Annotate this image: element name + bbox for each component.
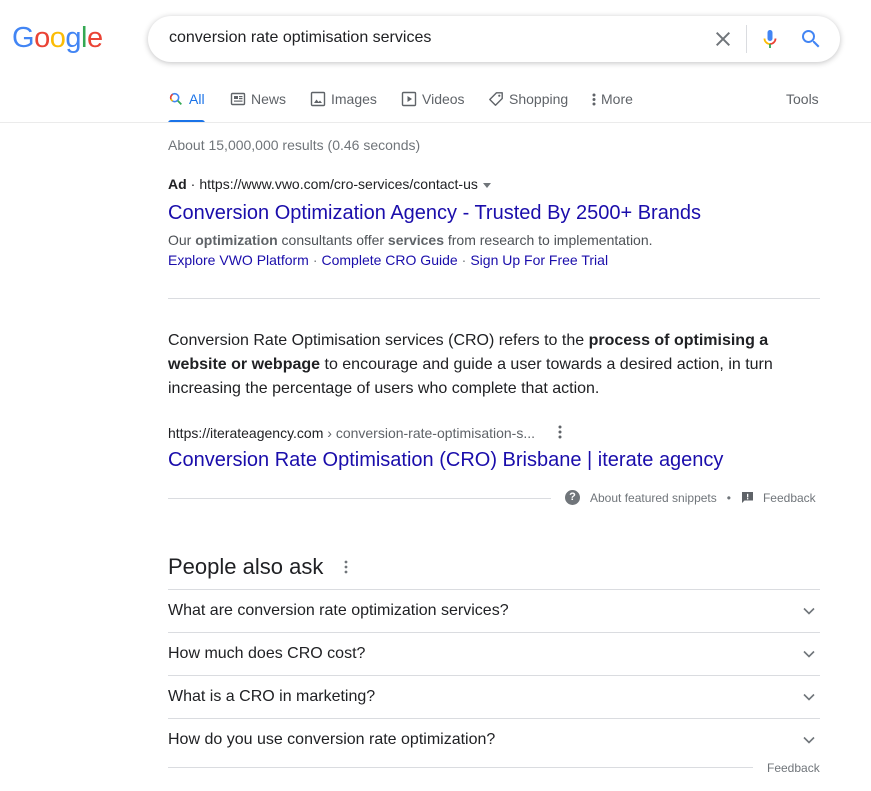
paa-question-text: How much does CRO cost? xyxy=(168,645,366,662)
logo-letter: e xyxy=(86,22,103,54)
cite-domain: https://iterateagency.com xyxy=(168,425,324,441)
ad-result: Ad · https://www.vwo.com/cro-services/cont… xyxy=(168,176,820,270)
snippet-divider xyxy=(168,498,551,499)
ad-sitelinks: Explore VWO Platform · Complete CRO Guide ·… xyxy=(168,250,820,270)
desc-bold: services xyxy=(387,232,444,248)
desc-text: from research to implementation. xyxy=(443,232,653,248)
logo-letter: o xyxy=(34,22,50,54)
feedback-icon xyxy=(741,492,753,503)
separator-dot: · xyxy=(190,176,196,192)
desc-text: consultants offer xyxy=(277,232,388,248)
desc-text: Our xyxy=(168,232,196,248)
ad-description: Our optimization consultants offer servi… xyxy=(168,230,820,250)
tab-label: Images xyxy=(331,91,377,107)
tab-label: All xyxy=(189,91,205,107)
newspaper-icon xyxy=(230,92,246,106)
tab-videos[interactable]: Videos xyxy=(401,88,465,122)
microphone-icon[interactable] xyxy=(758,27,782,51)
paa-question[interactable]: What are conversion rate optimization se… xyxy=(168,589,820,632)
chevron-down-icon xyxy=(803,650,815,658)
chevron-down-icon xyxy=(803,736,815,744)
ad-meta: Ad · https://www.vwo.com/cro-services/cont… xyxy=(168,176,820,192)
tab-label: Videos xyxy=(422,91,465,107)
more-vert-icon xyxy=(592,93,596,106)
google-logo[interactable]: Google xyxy=(12,22,103,55)
more-vert-icon[interactable] xyxy=(554,424,566,440)
ad-url[interactable]: https://www.vwo.com/cro-services/contact… xyxy=(199,176,478,192)
tab-images[interactable]: Images xyxy=(310,88,377,122)
paa-question[interactable]: What is a CRO in marketing? xyxy=(168,675,820,718)
ad-title-link[interactable]: Conversion Optimization Agency - Trusted… xyxy=(168,200,820,226)
cite-path: › conversion-rate-optimisation-s... xyxy=(323,425,536,441)
close-icon[interactable] xyxy=(711,27,735,51)
ad-badge: Ad xyxy=(168,176,187,192)
paa-question[interactable]: How much does CRO cost? xyxy=(168,632,820,675)
sitelink-cro-guide[interactable]: Complete CRO Guide xyxy=(322,252,458,268)
tab-shopping[interactable]: Shopping xyxy=(488,88,568,122)
separator-dot: · xyxy=(312,252,318,268)
section-divider xyxy=(168,298,820,299)
paa-question[interactable]: How do you use conversion rate optimizat… xyxy=(168,718,820,761)
separator-bullet: • xyxy=(726,490,731,505)
snippet-footer: ? About featured snippets • Feedback xyxy=(565,490,816,505)
tab-label: News xyxy=(251,91,287,107)
paa-question-text: How do you use conversion rate optimizat… xyxy=(168,731,496,748)
about-featured-snippets-link[interactable]: About featured snippets xyxy=(590,491,717,505)
paa-question-text: What is a CRO in marketing? xyxy=(168,688,376,705)
separator-dot: · xyxy=(461,252,467,268)
more-vert-icon[interactable] xyxy=(340,558,352,576)
tab-label: Shopping xyxy=(509,91,569,107)
people-also-ask-list: What are conversion rate optimization se… xyxy=(168,589,820,761)
desc-bold: optimization xyxy=(195,232,278,248)
help-icon: ? xyxy=(565,490,580,505)
result-stats: About 15,000,000 results (0.46 seconds) xyxy=(168,137,421,153)
logo-letter: o xyxy=(49,22,66,54)
play-icon xyxy=(401,91,417,107)
featured-snippet-text: Conversion Rate Optimisation services (C… xyxy=(168,329,820,401)
tab-more[interactable]: More xyxy=(590,88,633,122)
image-icon xyxy=(310,91,326,107)
search-icon xyxy=(169,92,182,105)
search-input[interactable]: conversion rate optimisation services xyxy=(169,29,431,47)
tab-label: More xyxy=(601,91,633,107)
search-box[interactable]: conversion rate optimisation services xyxy=(148,16,840,62)
search-icon[interactable] xyxy=(799,27,823,51)
tab-all[interactable]: All xyxy=(168,88,205,123)
paa-question-text: What are conversion rate optimization se… xyxy=(168,602,509,619)
people-also-ask-heading: People also ask xyxy=(168,554,324,579)
tabs-divider xyxy=(0,122,871,123)
paa-divider xyxy=(168,767,753,768)
chevron-down-icon xyxy=(803,693,815,701)
paa-feedback-link[interactable]: Feedback xyxy=(767,761,820,775)
snippet-cite[interactable]: https://iterateagency.com › conversion-r… xyxy=(168,425,535,441)
snippet-text: Conversion Rate Optimisation services (C… xyxy=(168,332,589,349)
sitelink-free-trial[interactable]: Sign Up For Free Trial xyxy=(470,252,608,268)
tag-icon xyxy=(489,92,503,106)
logo-letter: g xyxy=(65,22,81,54)
tools-button[interactable]: Tools xyxy=(786,91,819,107)
search-divider xyxy=(746,25,747,53)
caret-down-icon[interactable] xyxy=(482,182,491,188)
snippet-feedback-link[interactable]: Feedback xyxy=(763,491,816,505)
chevron-down-icon xyxy=(803,607,815,615)
logo-letter: G xyxy=(12,22,35,54)
snippet-title-link[interactable]: Conversion Rate Optimisation (CRO) Brisb… xyxy=(168,447,723,473)
tab-news[interactable]: News xyxy=(230,88,286,122)
sitelink-explore-vwo[interactable]: Explore VWO Platform xyxy=(168,252,309,268)
